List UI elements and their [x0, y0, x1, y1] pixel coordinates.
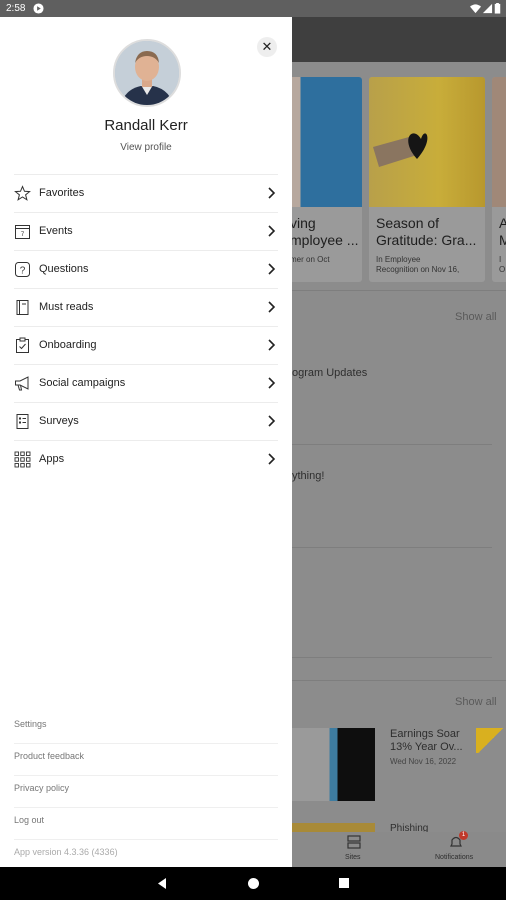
heart-hand-image: [373, 133, 428, 167]
card-meta: mer on Oct: [290, 255, 330, 264]
menu-item-onboarding[interactable]: Onboarding: [14, 326, 278, 364]
logout-label: Log out: [14, 815, 45, 825]
card-title: Season of Gratitude: Gra...: [376, 215, 477, 248]
chevron-right-icon: [268, 453, 276, 465]
chevron-right-icon: [268, 263, 276, 275]
back-icon[interactable]: [156, 877, 168, 890]
privacy-label: Privacy policy: [14, 783, 70, 793]
show-all-link[interactable]: Show all: [455, 311, 497, 323]
log-out-link[interactable]: Log out: [14, 808, 278, 840]
card-meta: I O: [499, 255, 506, 274]
news-card[interactable]: A M I O: [492, 77, 506, 282]
show-all-link-2[interactable]: Show all: [455, 696, 497, 708]
view-profile-link[interactable]: View profile: [0, 142, 292, 153]
menu-item-label: Surveys: [39, 415, 79, 427]
menu-item-favorites[interactable]: Favorites: [14, 174, 278, 212]
drawer-footer: Settings Product feedback Privacy policy…: [0, 712, 292, 871]
card-title: ving mployee ...: [290, 215, 359, 248]
product-feedback-link[interactable]: Product feedback: [14, 744, 278, 776]
menu-item-label: Favorites: [39, 187, 85, 199]
drawer-menu: Favorites 7 Events ? Questions Must read…: [0, 174, 292, 478]
settings-link[interactable]: Settings: [14, 712, 278, 744]
book-icon: [16, 300, 29, 315]
menu-item-apps[interactable]: Apps: [14, 440, 278, 478]
notifications-label: Notifications: [435, 854, 474, 861]
recents-icon[interactable]: [338, 877, 350, 889]
notification-badge: 1: [459, 831, 468, 840]
menu-item-social-campaigns[interactable]: Social campaigns: [14, 364, 278, 402]
apps-grid-icon: [14, 451, 31, 468]
menu-item-must-reads[interactable]: Must reads: [14, 288, 278, 326]
article-image-3: [292, 823, 375, 832]
menu-item-label: Must reads: [39, 301, 94, 313]
battery-icon: [494, 3, 501, 14]
card-image: [369, 77, 485, 207]
chevron-right-icon: [268, 301, 276, 313]
privacy-policy-link[interactable]: Privacy policy: [14, 776, 278, 808]
menu-item-label: Social campaigns: [39, 377, 126, 389]
chevron-right-icon: [268, 415, 276, 427]
svg-text:?: ?: [20, 266, 26, 277]
card-meta: In Employee Recognition on Nov 16,: [376, 255, 460, 274]
menu-item-surveys[interactable]: Surveys: [14, 402, 278, 440]
version-label: App version 4.3.36 (4336): [14, 847, 118, 857]
card-title: A M: [499, 215, 506, 248]
status-time: 2:58: [6, 3, 26, 14]
survey-icon: [16, 414, 29, 429]
star-icon: [14, 185, 31, 201]
article-image: [292, 728, 375, 801]
program-updates-text: ogram Updates: [292, 367, 368, 379]
menu-item-events[interactable]: 7 Events: [14, 212, 278, 250]
article-image-2: [476, 728, 506, 753]
settings-label: Settings: [14, 719, 47, 729]
article-date: Wed Nov 16, 2022: [390, 757, 457, 766]
avatar[interactable]: [113, 39, 181, 107]
menu-item-questions[interactable]: ? Questions: [14, 250, 278, 288]
wifi-icon: [470, 4, 481, 14]
close-button[interactable]: ✕: [257, 37, 277, 57]
user-name: Randall Kerr: [104, 117, 188, 134]
menu-item-label: Apps: [39, 453, 65, 465]
sites-label: Sites: [345, 854, 361, 861]
anything-text: ything!: [292, 470, 325, 482]
status-bar: 2:58: [0, 0, 506, 17]
sites-icon[interactable]: [346, 834, 362, 850]
chevron-right-icon: [268, 377, 276, 389]
chevron-right-icon: [268, 225, 276, 237]
play-icon: [33, 3, 44, 14]
clipboard-icon: [16, 337, 29, 353]
menu-item-label: Questions: [39, 263, 89, 275]
avatar-photo: [115, 41, 179, 105]
megaphone-icon: [15, 376, 29, 391]
svg-text:7: 7: [21, 232, 25, 238]
menu-item-label: Onboarding: [39, 339, 97, 351]
calendar-icon: 7: [15, 225, 30, 239]
chevron-right-icon: [268, 339, 276, 351]
chevron-right-icon: [268, 187, 276, 199]
close-icon: ✕: [261, 39, 273, 54]
navigation-drawer: ✕ Randall Kerr View profile Favorites 7 …: [0, 17, 292, 867]
feedback-label: Product feedback: [14, 751, 85, 761]
news-card[interactable]: Season of Gratitude: Gra... In Employee …: [369, 77, 485, 282]
article-title: Earnings Soar 13% Year Ov...: [390, 728, 463, 753]
question-icon: ?: [15, 262, 30, 277]
system-nav-bar: [0, 867, 506, 900]
signal-icon: [482, 3, 493, 14]
home-icon[interactable]: [247, 877, 260, 890]
card-image: [492, 77, 506, 207]
menu-item-label: Events: [39, 225, 73, 237]
